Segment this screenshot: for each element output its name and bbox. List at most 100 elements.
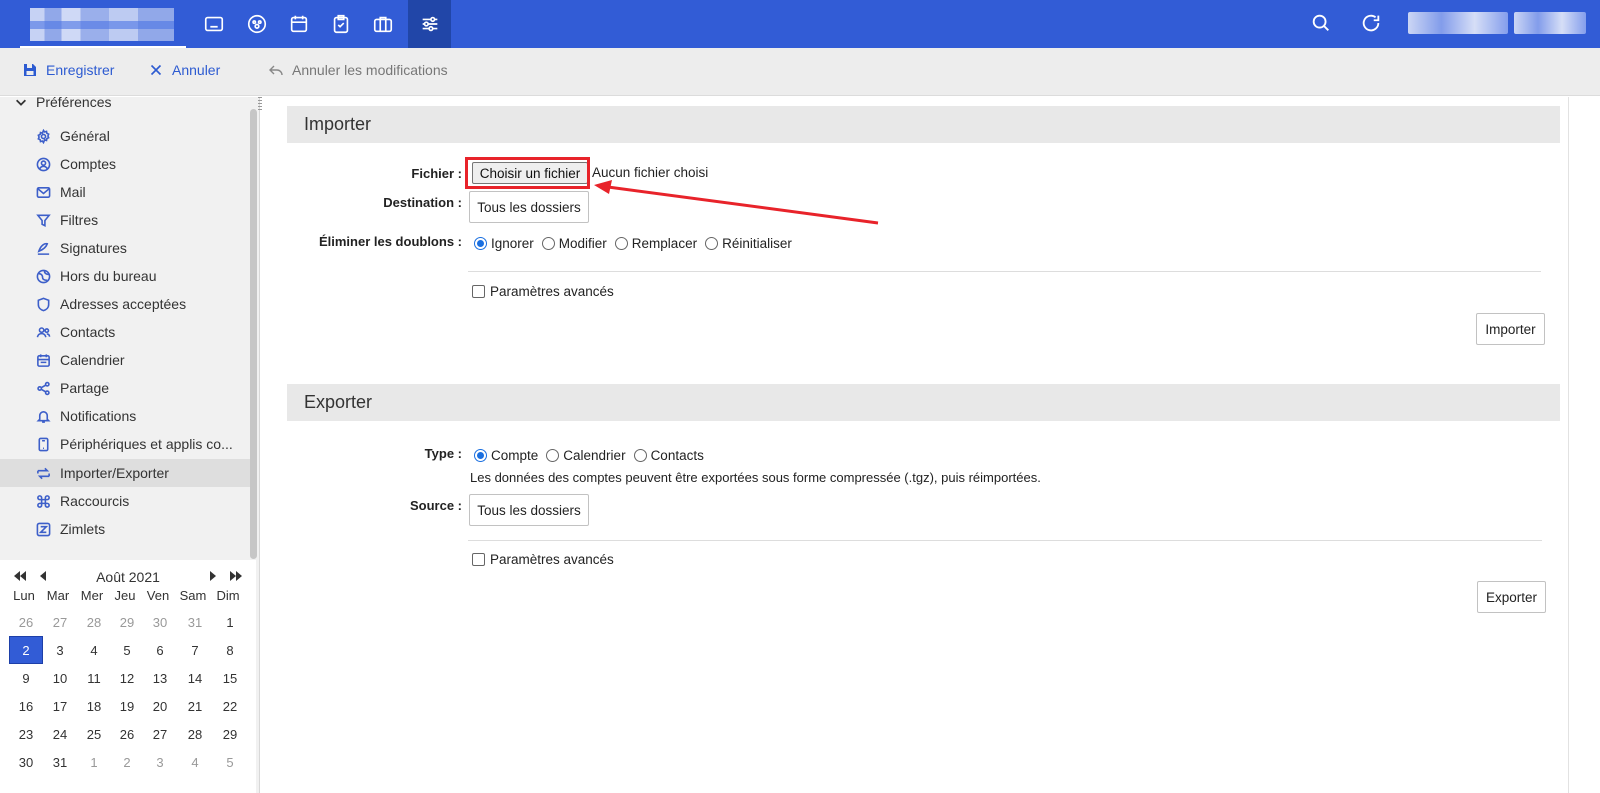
mini-calendar-day[interactable]: 10 xyxy=(44,665,76,691)
mini-calendar-day[interactable]: 26 xyxy=(10,609,42,635)
search-icon[interactable] xyxy=(1310,12,1334,36)
sidebar-group-preferences[interactable]: Préférences xyxy=(14,97,111,110)
mini-calendar-day[interactable]: 20 xyxy=(144,693,176,719)
contacts-app-icon[interactable] xyxy=(235,0,278,48)
main-scrollbar[interactable] xyxy=(1568,97,1600,793)
mini-calendar-title[interactable]: Août 2021 xyxy=(78,569,178,585)
sidebar-item-calendar[interactable]: Calendrier xyxy=(0,346,250,374)
radio-replace[interactable] xyxy=(614,237,628,250)
mini-calendar-day[interactable]: 28 xyxy=(179,721,211,747)
mini-calendar-day[interactable]: 27 xyxy=(144,721,176,747)
mini-calendar-day[interactable]: 11 xyxy=(78,665,110,691)
mini-calendar-day[interactable]: 17 xyxy=(44,693,76,719)
radio-calendar-label[interactable]: Calendrier xyxy=(563,448,625,463)
mini-calendar-day[interactable]: 27 xyxy=(44,609,76,635)
import-advanced-label[interactable]: Paramètres avancés xyxy=(490,284,614,299)
sidebar-item-accepted-addresses[interactable]: Adresses acceptées xyxy=(0,290,250,318)
radio-calendar[interactable] xyxy=(546,449,560,462)
sidebar-item-general[interactable]: Général xyxy=(0,122,250,150)
mini-calendar-day[interactable]: 4 xyxy=(78,637,110,663)
sidebar-item-filters[interactable]: Filtres xyxy=(0,206,250,234)
radio-ignore[interactable] xyxy=(474,237,487,250)
cancel-button[interactable]: Annuler xyxy=(148,62,220,78)
radio-account[interactable] xyxy=(474,449,487,462)
mini-calendar-day[interactable]: 8 xyxy=(214,637,246,663)
mini-calendar-day[interactable]: 3 xyxy=(144,749,176,775)
mini-calendar-day[interactable]: 29 xyxy=(214,721,246,747)
export-advanced-settings[interactable]: Paramètres avancés xyxy=(472,552,614,567)
mini-calendar-day[interactable]: 25 xyxy=(78,721,110,747)
radio-contacts-label[interactable]: Contacts xyxy=(651,448,704,463)
product-logo[interactable] xyxy=(30,8,174,41)
sidebar-item-mail[interactable]: Mail xyxy=(0,178,250,206)
import-button[interactable]: Importer xyxy=(1476,313,1545,345)
preferences-app-icon[interactable] xyxy=(408,0,451,48)
export-button[interactable]: Exporter xyxy=(1477,581,1546,613)
radio-contacts[interactable] xyxy=(633,449,647,462)
sidebar-scrollbar[interactable] xyxy=(250,109,257,559)
mini-calendar-day[interactable]: 26 xyxy=(111,721,143,747)
mini-calendar-day[interactable]: 9 xyxy=(10,665,42,691)
radio-replace-label[interactable]: Remplacer xyxy=(632,236,697,251)
source-folder-button[interactable]: Tous les dossiers xyxy=(469,494,589,526)
mail-app-icon[interactable] xyxy=(192,0,235,48)
mini-calendar-day[interactable]: 12 xyxy=(111,665,143,691)
sidebar-item-out-of-office[interactable]: Hors du bureau xyxy=(0,262,250,290)
mini-calendar-day[interactable]: 19 xyxy=(111,693,143,719)
mini-calendar-day[interactable]: 16 xyxy=(10,693,42,719)
sidebar-item-import-export[interactable]: Importer/Exporter xyxy=(0,459,250,487)
radio-account-label[interactable]: Compte xyxy=(491,448,538,463)
revert-changes-button[interactable]: Annuler les modifications xyxy=(268,62,448,78)
sidebar-item-sharing[interactable]: Partage xyxy=(0,374,250,402)
radio-modify-label[interactable]: Modifier xyxy=(559,236,607,251)
prev-month-icon[interactable] xyxy=(36,568,52,584)
mini-calendar-day[interactable]: 31 xyxy=(179,609,211,635)
mini-calendar-day[interactable]: 14 xyxy=(179,665,211,691)
mini-calendar-day[interactable]: 13 xyxy=(144,665,176,691)
radio-reset[interactable] xyxy=(705,237,719,250)
radio-modify[interactable] xyxy=(541,237,555,250)
destination-folder-button[interactable]: Tous les dossiers xyxy=(469,191,589,223)
tasks-app-icon[interactable] xyxy=(319,0,362,48)
save-button[interactable]: Enregistrer xyxy=(22,62,114,78)
next-month-icon[interactable] xyxy=(204,568,220,584)
mini-calendar-day[interactable]: 21 xyxy=(179,693,211,719)
mini-calendar-day[interactable]: 2 xyxy=(111,749,143,775)
mini-calendar-day[interactable]: 15 xyxy=(214,665,246,691)
sidebar-resize-handle[interactable] xyxy=(258,97,262,111)
import-advanced-checkbox[interactable] xyxy=(472,285,485,298)
mini-calendar-day[interactable]: 22 xyxy=(214,693,246,719)
mini-calendar-day[interactable]: 18 xyxy=(78,693,110,719)
export-advanced-checkbox[interactable] xyxy=(472,553,485,566)
mini-calendar-day[interactable]: 7 xyxy=(179,637,211,663)
sidebar-item-contacts[interactable]: Contacts xyxy=(0,318,250,346)
radio-reset-label[interactable]: Réinitialiser xyxy=(722,236,792,251)
mini-calendar-day[interactable]: 29 xyxy=(111,609,143,635)
sidebar-item-zimlets[interactable]: Zimlets xyxy=(0,515,250,543)
mini-calendar-day[interactable]: 4 xyxy=(179,749,211,775)
mini-calendar-day[interactable]: 3 xyxy=(44,637,76,663)
mini-calendar-day-selected[interactable]: 2 xyxy=(9,636,43,664)
briefcase-app-icon[interactable] xyxy=(361,0,404,48)
import-advanced-settings[interactable]: Paramètres avancés xyxy=(472,284,614,299)
sidebar-item-signatures[interactable]: Signatures xyxy=(0,234,250,262)
mini-calendar-day[interactable]: 28 xyxy=(78,609,110,635)
mini-calendar-day[interactable]: 1 xyxy=(78,749,110,775)
prev-year-icon[interactable] xyxy=(12,568,28,584)
next-year-icon[interactable] xyxy=(228,568,244,584)
mini-calendar-day[interactable]: 1 xyxy=(214,609,246,635)
sidebar-item-devices[interactable]: Périphériques et applis co... xyxy=(0,430,250,458)
mini-calendar-day[interactable]: 5 xyxy=(111,637,143,663)
sidebar-item-notifications[interactable]: Notifications xyxy=(0,402,250,430)
mini-calendar-day[interactable]: 23 xyxy=(10,721,42,747)
user-name[interactable] xyxy=(1408,12,1508,34)
mini-calendar-day[interactable]: 30 xyxy=(10,749,42,775)
mini-calendar-day[interactable]: 31 xyxy=(44,749,76,775)
sidebar-item-accounts[interactable]: Comptes xyxy=(0,150,250,178)
export-advanced-label[interactable]: Paramètres avancés xyxy=(490,552,614,567)
mini-calendar-day[interactable]: 24 xyxy=(44,721,76,747)
refresh-icon[interactable] xyxy=(1360,12,1384,36)
mini-calendar-day[interactable]: 30 xyxy=(144,609,176,635)
calendar-app-icon[interactable] xyxy=(277,0,320,48)
mini-calendar-day[interactable]: 6 xyxy=(144,637,176,663)
